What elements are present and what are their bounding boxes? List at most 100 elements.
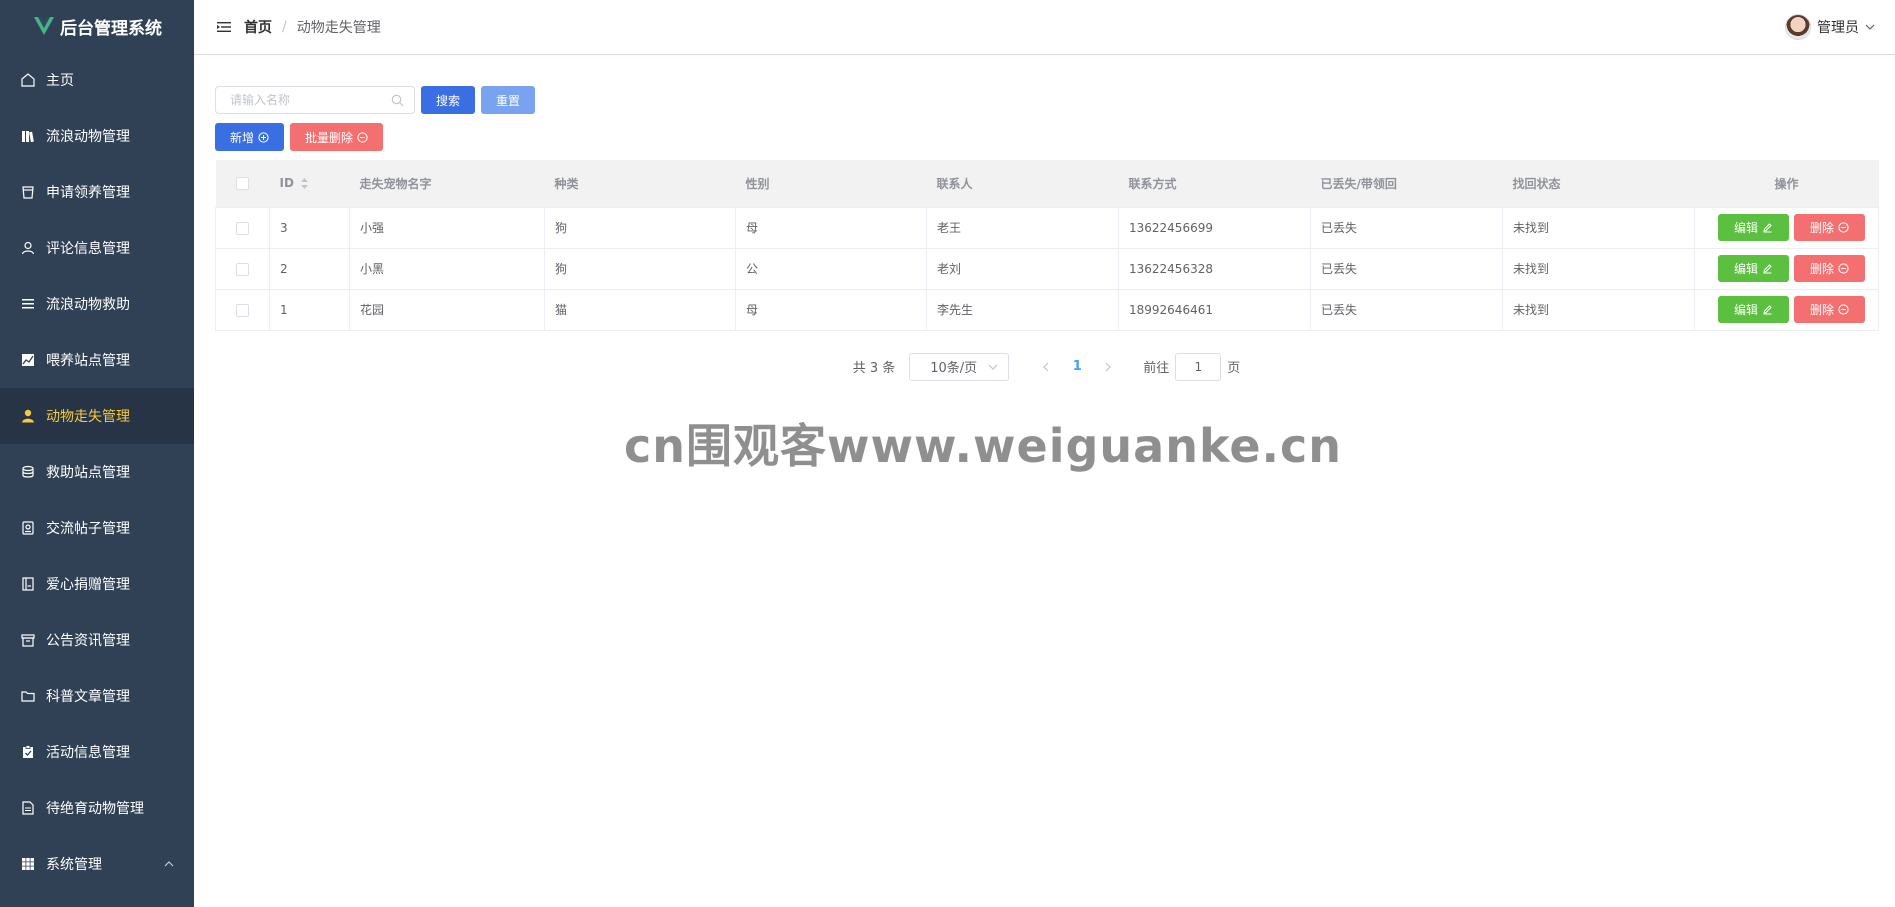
sidebar-item-3[interactable]: 评论信息管理 <box>0 220 194 276</box>
sidebar-item-10[interactable]: 公告资讯管理 <box>0 612 194 668</box>
sidebar-item-label: 评论信息管理 <box>46 241 130 257</box>
sidebar-item-label: 活动信息管理 <box>46 745 130 761</box>
reset-button[interactable]: 重置 <box>481 86 536 114</box>
delete-button[interactable]: 删除 <box>1794 214 1866 241</box>
watermark: cn围观客www.weiguanke.cn <box>624 419 1343 473</box>
cell-id: 1 <box>269 289 350 331</box>
edit-button[interactable]: 编辑 <box>1717 214 1789 241</box>
home-icon <box>20 72 36 88</box>
cell-id: 2 <box>269 248 350 290</box>
circle-minus-icon <box>1838 304 1849 315</box>
cell-phone: 13622456328 <box>1118 248 1311 290</box>
library-icon <box>20 128 36 144</box>
sidebar-item-13[interactable]: 待绝育动物管理 <box>0 780 194 836</box>
cell-name: 小黑 <box>349 248 545 290</box>
app-logo[interactable]: 后台管理系统 <box>0 0 194 52</box>
header-select-all <box>215 160 270 208</box>
row-checkbox[interactable] <box>236 303 249 317</box>
batch-delete-button[interactable]: 批量删除 <box>290 123 384 151</box>
cell-name: 花园 <box>349 289 545 331</box>
header-status: 找回状态 <box>1502 160 1695 208</box>
badge-icon <box>20 520 36 536</box>
edit-button[interactable]: 编辑 <box>1717 296 1789 323</box>
circle-minus-icon <box>1838 263 1849 274</box>
search-toolbar: 搜索 重置 <box>215 86 1878 114</box>
breadcrumb-home[interactable]: 首页 <box>244 17 272 37</box>
header-phone: 联系方式 <box>1118 160 1311 208</box>
table-body: 3 小强狗母老王 13622456699 已丢失 未找到 编辑 删除 2 小黑狗公老刘 13622… <box>215 207 1879 331</box>
page-size-select[interactable]: 10条/页 <box>909 352 1010 381</box>
cell-status: 未找到 <box>1502 289 1695 331</box>
sidebar-item-5[interactable]: 喂养站点管理 <box>0 332 194 388</box>
lost-animals-table: ID 走失宠物名字 种类 性别 联系人 联系方式 已丢失/带领回 找回状态 操作… <box>215 160 1879 331</box>
sidebar-item-12[interactable]: 活动信息管理 <box>0 724 194 780</box>
row-checkbox[interactable] <box>236 221 249 235</box>
cell-contact: 李先生 <box>926 289 1119 331</box>
header-contact: 联系人 <box>926 160 1119 208</box>
cell-lost: 已丢失 <box>1310 248 1503 290</box>
select-all-checkbox[interactable] <box>236 177 249 191</box>
search-button[interactable]: 搜索 <box>421 86 476 114</box>
sidebar-item-1[interactable]: 流浪动物管理 <box>0 108 194 164</box>
sidebar-item-label: 爱心捐赠管理 <box>46 577 130 593</box>
page-number-current[interactable]: 1 <box>1061 359 1093 374</box>
add-button-label: 新增 <box>230 130 255 145</box>
sidebar-item-label: 系统管理 <box>46 857 102 873</box>
circle-plus-icon <box>258 131 269 143</box>
add-button[interactable]: 新增 <box>215 123 285 151</box>
delete-button[interactable]: 删除 <box>1794 255 1866 282</box>
chevron-down-icon <box>988 364 998 370</box>
header-id-label: ID <box>279 176 294 191</box>
user-menu[interactable]: 管理员 <box>1785 14 1875 40</box>
sidebar-item-7[interactable]: 救助站点管理 <box>0 444 194 500</box>
goto-page-input[interactable] <box>1175 352 1222 381</box>
sidebar-item-8[interactable]: 交流帖子管理 <box>0 500 194 556</box>
delete-button-label: 删除 <box>1810 221 1835 235</box>
avatar <box>1785 14 1811 40</box>
breadcrumb-separator: / <box>282 19 287 35</box>
table-header-row: ID 走失宠物名字 种类 性别 联系人 联系方式 已丢失/带领回 找回状态 操作 <box>215 160 1879 208</box>
cell-phone: 13622456699 <box>1118 207 1311 249</box>
sidebar-item-label: 主页 <box>46 73 74 89</box>
sidebar-item-9[interactable]: 爱心捐赠管理 <box>0 556 194 612</box>
next-page-button[interactable] <box>1093 362 1123 372</box>
chevron-left-icon <box>1043 362 1049 371</box>
edit-icon <box>1763 264 1772 274</box>
app-title: 后台管理系统 <box>60 18 162 39</box>
list-icon <box>20 296 36 312</box>
breadcrumb-current: 动物走失管理 <box>296 20 381 36</box>
sidebar-item-14[interactable]: 系统管理 <box>0 836 194 892</box>
search-input[interactable] <box>230 93 391 107</box>
cell-type: 狗 <box>544 207 736 249</box>
cell-actions: 编辑 删除 <box>1694 248 1879 290</box>
vue-logo-icon <box>34 17 54 35</box>
cell-contact: 老王 <box>926 207 1119 249</box>
header-type: 种类 <box>544 160 736 208</box>
sidebar-item-4[interactable]: 流浪动物救助 <box>0 276 194 332</box>
sidebar-item-label: 流浪动物救助 <box>46 297 130 313</box>
circle-minus-icon <box>1838 222 1849 233</box>
sidebar-menu: 主页流浪动物管理 申请领养管理评论信息管理 流浪动物救助喂养站点管理 动物走失管理 救助… <box>0 52 194 892</box>
pagination: 共 3 条 10条/页 1 前往 页 <box>215 352 1878 381</box>
header-id[interactable]: ID <box>269 160 350 208</box>
search-box[interactable] <box>215 86 415 114</box>
edit-button-label: 编辑 <box>1733 303 1758 317</box>
notebook-icon <box>20 576 36 592</box>
hamburger-icon[interactable] <box>216 19 232 35</box>
edit-button-label: 编辑 <box>1733 221 1758 235</box>
sidebar-item-6[interactable]: 动物走失管理 <box>0 388 194 444</box>
cup-icon <box>20 184 36 200</box>
sidebar-item-0[interactable]: 主页 <box>0 52 194 108</box>
cell-contact: 老刘 <box>926 248 1119 290</box>
sort-icon[interactable] <box>300 177 309 190</box>
sidebar-item-label: 待绝育动物管理 <box>46 801 144 817</box>
cell-sex: 母 <box>735 289 927 331</box>
prev-page-button[interactable] <box>1031 362 1061 372</box>
row-checkbox[interactable] <box>236 262 249 276</box>
edit-button[interactable]: 编辑 <box>1717 255 1789 282</box>
sidebar-item-2[interactable]: 申请领养管理 <box>0 164 194 220</box>
delete-button[interactable]: 删除 <box>1794 296 1866 323</box>
sidebar: 后台管理系统 主页流浪动物管理 申请领养管理评论信息管理 流浪动物救助喂养站点管理动… <box>0 0 194 907</box>
sidebar-item-11[interactable]: 科普文章管理 <box>0 668 194 724</box>
main-content: 搜索 重置 新增 批量删除 ID <box>215 86 1879 381</box>
